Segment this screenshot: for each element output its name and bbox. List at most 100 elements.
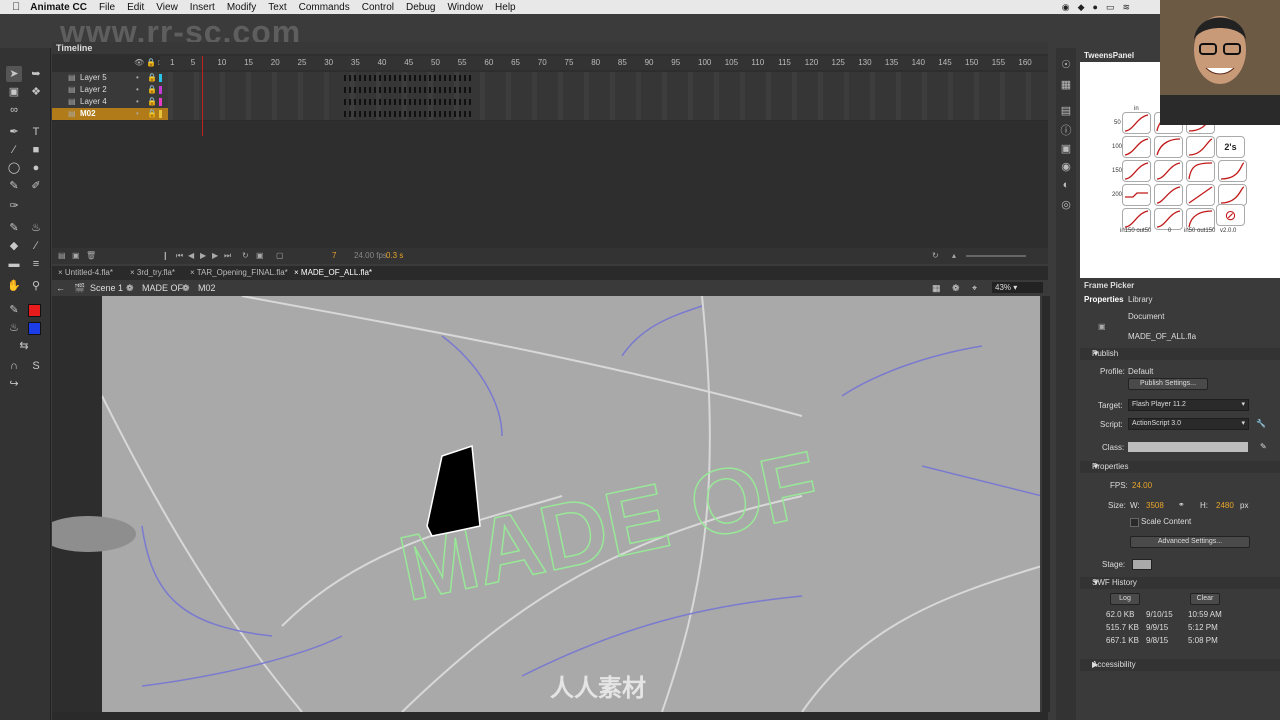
clear-button[interactable]: Clear	[1190, 593, 1220, 605]
frame-rate[interactable]: 24.00 fps	[354, 251, 387, 260]
height-value[interactable]: 2480	[1216, 501, 1234, 510]
center-stage-icon[interactable]: ⌖	[972, 283, 977, 294]
menu-help[interactable]: Help	[495, 2, 516, 13]
stroke-color-swatch[interactable]	[28, 304, 41, 317]
back-arrow-icon[interactable]: ←	[56, 283, 65, 293]
library-icon[interactable]: ◎	[1059, 198, 1073, 212]
zoom-out-timeline-icon[interactable]: ▴	[952, 251, 956, 260]
keyframes[interactable]	[344, 99, 472, 105]
pencil-icon[interactable]: ✎	[1260, 442, 1267, 451]
text-tool-icon[interactable]: T	[28, 124, 44, 140]
tab-made-of-all[interactable]: × MADE_OF_ALL.fla*	[294, 268, 372, 277]
fill-color-icon[interactable]: ♨	[6, 320, 22, 336]
ease-preset-button[interactable]	[1154, 160, 1183, 182]
visibility-dot-icon[interactable]: •	[136, 73, 139, 82]
playhead[interactable]	[202, 56, 203, 136]
menu-modify[interactable]: Modify	[227, 2, 256, 13]
wrench-icon[interactable]: 🔧	[1256, 419, 1266, 428]
link-dimensions-icon[interactable]: ⚭	[1178, 500, 1185, 509]
menu-window[interactable]: Window	[447, 2, 483, 13]
width-value[interactable]: 3508	[1146, 501, 1164, 510]
oval-tool-icon[interactable]: ◯	[6, 160, 22, 176]
tab-untitled-4[interactable]: × Untitled-4.fla*	[58, 268, 113, 277]
menu-view[interactable]: View	[156, 2, 178, 13]
ease-preset-button[interactable]	[1122, 112, 1151, 134]
publish-section[interactable]: ▼ Publish	[1080, 348, 1280, 360]
pen-tool-icon[interactable]: ✒	[6, 124, 22, 140]
visibility-dot-icon[interactable]: •	[136, 97, 139, 106]
tab-library[interactable]: Library	[1128, 295, 1152, 304]
log-button[interactable]: Log	[1110, 593, 1140, 605]
snap-to-objects-icon[interactable]: ∩	[6, 358, 22, 374]
layer-outline-color[interactable]	[159, 86, 162, 94]
layer-outline-color[interactable]	[159, 74, 162, 82]
lock-icon[interactable]: 🔒	[147, 109, 157, 118]
lock-icon[interactable]: 🔒	[147, 85, 157, 94]
visibility-dot-icon[interactable]: •	[136, 109, 139, 118]
apple-icon[interactable]: 	[12, 1, 20, 13]
paint-bucket-tool-icon[interactable]: ♨	[28, 220, 44, 236]
next-frame-icon[interactable]: ▶	[212, 251, 218, 260]
record-icon[interactable]: ●	[1093, 2, 1098, 12]
lock-icon[interactable]: 🔒	[147, 73, 157, 82]
delete-layer-icon[interactable]: 🗑	[86, 251, 96, 260]
stage-canvas[interactable]: MADE OF	[101, 296, 1040, 712]
ease-preset-button[interactable]	[1186, 184, 1215, 206]
lock-icon[interactable]: 🔒	[147, 97, 157, 106]
first-frame-icon[interactable]: ⏮	[176, 251, 183, 261]
timeline-zoom-slider[interactable]	[966, 255, 1026, 257]
swf-history-section[interactable]: ▼ SWF History	[1080, 577, 1280, 589]
loop-icon[interactable]: ↻	[242, 251, 249, 260]
timeline-options-icon[interactable]: ❙	[162, 251, 169, 260]
advanced-settings-button[interactable]: Advanced Settings...	[1130, 536, 1250, 548]
layer-name[interactable]: Layer 5	[80, 73, 107, 82]
ease-preset-button[interactable]	[1186, 136, 1215, 158]
clear-ease-button[interactable]: ⊘	[1216, 204, 1245, 226]
paint-brush-tool-icon[interactable]: ✑	[6, 198, 22, 214]
stage-color-swatch[interactable]	[1132, 559, 1152, 570]
visibility-dot-icon[interactable]: •	[136, 85, 139, 94]
grid-icon[interactable]: ▦	[1059, 78, 1073, 92]
ease-preset-button[interactable]	[1186, 208, 1215, 230]
layer-frames[interactable]	[168, 84, 1048, 96]
pasteboard[interactable]: MADE OF	[52, 296, 1040, 712]
menu-file[interactable]: File	[99, 2, 115, 13]
publish-settings-button[interactable]: Publish Settings...	[1128, 378, 1208, 390]
subselection-tool-icon[interactable]: ➥	[28, 66, 44, 82]
properties-section[interactable]: ▼ Properties	[1080, 461, 1280, 473]
frame-ruler[interactable]: 1 5 10 15 20 25 30 35 40 45 50 55 60 65 70 75 80 85 90 95 10…	[160, 56, 1048, 70]
vertical-scrollbar[interactable]	[1042, 296, 1050, 712]
ease-preset-button[interactable]	[1122, 208, 1151, 230]
horizontal-scrollbar[interactable]	[52, 712, 1048, 720]
align-icon[interactable]: ▤	[1059, 104, 1073, 118]
layer-frames[interactable]	[168, 108, 1048, 120]
straighten-icon[interactable]: ↪	[6, 376, 22, 392]
app-menu[interactable]: Animate CC	[30, 2, 87, 13]
ease-preset-button[interactable]	[1186, 160, 1215, 182]
ease-preset-button[interactable]	[1218, 184, 1247, 206]
play-icon[interactable]: ▶	[200, 251, 206, 260]
layer-frames[interactable]	[168, 72, 1048, 84]
layer-name[interactable]: Layer 2	[80, 85, 107, 94]
ease-preset-button[interactable]	[1154, 184, 1183, 206]
script-dropdown[interactable]: ActionScript 3.0 ▾	[1128, 418, 1249, 430]
transform-icon[interactable]: ▣	[1059, 142, 1073, 156]
display-icon[interactable]: ▭	[1106, 2, 1115, 13]
onion-skin-icon[interactable]: ▣	[256, 251, 264, 260]
info-icon[interactable]: ⓘ	[1059, 124, 1073, 138]
keyframes[interactable]	[344, 75, 472, 81]
ease-preset-button[interactable]	[1154, 136, 1183, 158]
elapsed-time[interactable]: 0.3 s	[386, 251, 403, 260]
stroke-color-icon[interactable]: ✎	[6, 302, 22, 318]
rectangle-tool-icon[interactable]: ■	[28, 142, 44, 158]
width-tool-icon[interactable]: ≡	[28, 256, 44, 272]
smooth-icon[interactable]: S	[28, 358, 44, 374]
keyframes[interactable]	[344, 111, 472, 117]
hand-tool-icon[interactable]: ✋	[6, 278, 22, 294]
layer-name[interactable]: Layer 4	[80, 97, 107, 106]
lasso-tool-icon[interactable]: ∞	[6, 102, 22, 118]
new-layer-icon[interactable]: ▤	[58, 251, 66, 260]
edit-symbols-icon[interactable]: ❁	[952, 283, 960, 294]
twos-button[interactable]: 2's	[1216, 136, 1245, 158]
menu-debug[interactable]: Debug	[406, 2, 435, 13]
